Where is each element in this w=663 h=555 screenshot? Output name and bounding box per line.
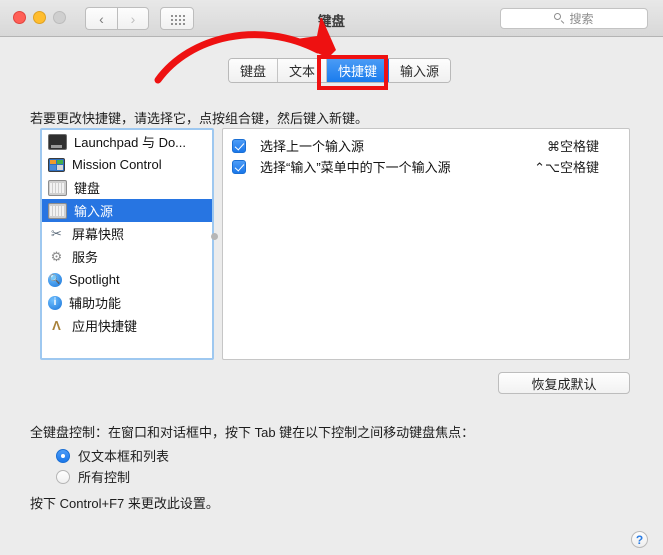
full-keyboard-access-label: 全键盘控制：在窗口和对话框中，按下 Tab 键在以下控制之间移动键盘焦点： [30, 425, 475, 440]
list-item-label: 服务 [72, 250, 99, 265]
list-item-label: 键盘 [74, 181, 101, 196]
shortcut-key: ⌃⌥空格键 [534, 160, 599, 175]
radio-label: 仅文本框和列表 [78, 449, 170, 464]
shortcuts-pane: 若要更改快捷键，请选择它，点按组合键，然后键入新键。 Launchpad 与 D… [0, 90, 663, 555]
list-item-label: 屏幕快照 [72, 227, 125, 242]
shortcut-checkbox[interactable] [232, 138, 246, 153]
radio-button[interactable] [56, 469, 70, 484]
list-item[interactable]: i 辅助功能 [42, 291, 212, 314]
list-item[interactable]: Λ 应用快捷键 [42, 314, 212, 337]
launchpad-icon [48, 133, 67, 150]
list-item-label: Spotlight [69, 272, 120, 287]
instruction-text: 若要更改快捷键，请选择它，点按组合键，然后键入新键。 [30, 111, 369, 126]
list-item[interactable]: 🔍 Spotlight [42, 268, 212, 291]
tab-text[interactable]: 文本 [278, 59, 328, 82]
list-item-label: 应用快捷键 [72, 319, 138, 334]
list-item[interactable]: Mission Control [42, 153, 212, 176]
search-placeholder: 搜索 [569, 12, 594, 26]
accessibility-icon: i [48, 295, 62, 310]
tab-shortcuts[interactable]: 快捷键 [327, 59, 390, 82]
input-source-icon [48, 202, 67, 219]
list-item-label: 辅助功能 [69, 296, 122, 311]
tab-bar: 键盘 文本 快捷键 输入源 [0, 37, 663, 90]
spotlight-icon: 🔍 [48, 272, 62, 287]
keyboard-preferences-window: ‹ › 键盘 搜索 键盘 文本 快捷键 输入源 若要更改快捷键，请选择它，点按组… [0, 0, 663, 555]
table-row[interactable]: 选择上一个输入源 ⌘空格键 [223, 135, 629, 156]
screenshot-icon: ✂ [51, 225, 62, 241]
keyboard-icon [48, 179, 67, 196]
radio-button-selected[interactable] [56, 448, 70, 463]
radio-text-boxes-and-lists[interactable]: 仅文本框和列表 [56, 446, 169, 465]
help-button[interactable]: ? [631, 531, 648, 548]
window-titlebar: ‹ › 键盘 搜索 [0, 0, 663, 37]
search-input[interactable]: 搜索 [500, 8, 648, 29]
list-item[interactable]: ⚙ 服务 [42, 245, 212, 268]
category-list-scrollbar[interactable] [211, 233, 218, 240]
list-item[interactable]: Launchpad 与 Do... [42, 130, 212, 153]
shortcut-category-list[interactable]: Launchpad 与 Do... Mission Control 键盘 输入源… [40, 128, 214, 360]
radio-label: 所有控制 [78, 470, 131, 485]
shortcut-name: 选择上一个输入源 [260, 139, 365, 154]
table-row[interactable]: 选择“输入”菜单中的下一个输入源 ⌃⌥空格键 [223, 156, 629, 177]
shortcut-name: 选择“输入”菜单中的下一个输入源 [260, 160, 451, 175]
services-gear-icon: ⚙ [50, 248, 63, 264]
shortcut-checkbox[interactable] [232, 159, 246, 174]
footer-note: 按下 Control+F7 来更改此设置。 [30, 496, 219, 511]
list-item[interactable]: 键盘 [42, 176, 212, 199]
tab-group: 键盘 文本 快捷键 输入源 [228, 58, 452, 83]
tab-input-sources[interactable]: 输入源 [389, 59, 451, 82]
list-item-input-source[interactable]: 输入源 [42, 199, 212, 222]
list-item-label: 输入源 [74, 204, 114, 219]
search-icon [554, 13, 565, 24]
list-item-label: Launchpad 与 Do... [74, 135, 187, 150]
radio-all-controls[interactable]: 所有控制 [56, 467, 130, 486]
app-shortcuts-icon: Λ [52, 317, 61, 333]
list-item-label: Mission Control [72, 157, 162, 172]
mission-control-icon [48, 157, 65, 172]
list-item[interactable]: ✂ 屏幕快照 [42, 222, 212, 245]
shortcut-key: ⌘空格键 [546, 139, 599, 154]
shortcut-list[interactable]: 选择上一个输入源 ⌘空格键 选择“输入”菜单中的下一个输入源 ⌃⌥空格键 [222, 128, 630, 360]
tab-keyboard[interactable]: 键盘 [229, 59, 279, 82]
restore-defaults-button[interactable]: 恢复成默认 [498, 372, 630, 394]
